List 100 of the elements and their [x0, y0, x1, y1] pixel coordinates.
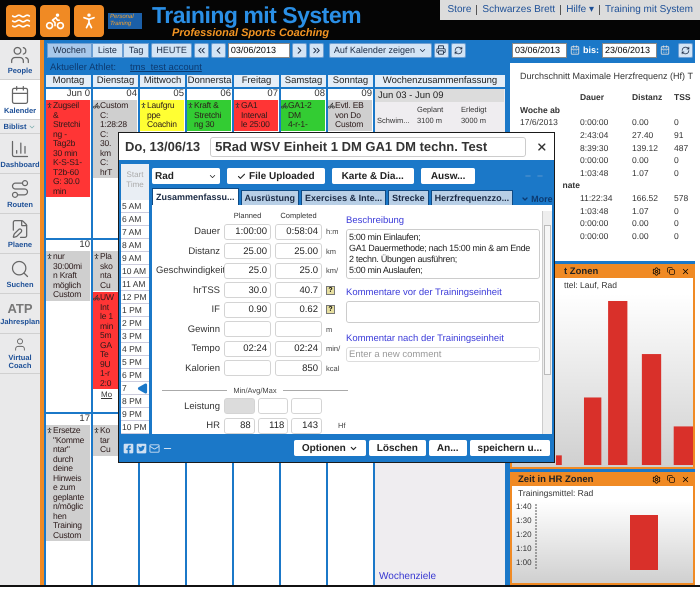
planned-field[interactable]: 30.0 [224, 282, 271, 298]
time-slot[interactable]: 1 PM [121, 304, 149, 317]
day-number: 17 [79, 414, 90, 424]
day-number: 08 [314, 89, 325, 99]
planned-field[interactable]: 25.0 [224, 262, 271, 278]
title-field[interactable]: 5Rad WSV Einheit 1 DM GA1 DM techn. Test [210, 136, 526, 156]
calendar-view-select[interactable]: Auf Kalender zeigen [328, 42, 432, 58]
view-tab[interactable]: Liste [92, 42, 123, 58]
today-button[interactable]: HEUTE [151, 42, 192, 58]
table-cell-text: 0 [674, 206, 680, 216]
day-cell[interactable]: 17 Ersetze "Komme ntar" durch deine Hinweis e zum geplante n/möglic hen Training Custom [46, 414, 91, 585]
day-cell[interactable]: 10 nur 30:00mi n Kraft möglich Custom [46, 240, 91, 412]
table-cell-text: 91 [674, 130, 684, 140]
table-cell-text: 8:39:30 [580, 142, 610, 153]
sport-select[interactable]: Rad [152, 168, 220, 184]
time-slot[interactable]: 8 PM [121, 395, 149, 408]
completed-field[interactable]: 25.00 [275, 243, 322, 259]
time-slot[interactable]: 7 [121, 382, 149, 395]
completed-field[interactable]: 0:58:04 [275, 224, 322, 240]
time-slot[interactable]: 8 AM [121, 239, 149, 252]
time-slot[interactable]: 10 AM [121, 265, 149, 278]
menu-link[interactable]: Hilfe ▾ [560, 5, 600, 15]
dialog-tab[interactable]: Zusammenfassu... [152, 188, 239, 205]
time-slot[interactable]: 5 AM [121, 200, 149, 213]
time-slot[interactable]: 9 AM [121, 252, 149, 265]
workout-card[interactable]: Laufgru ppe Coachin [140, 100, 184, 130]
axis-label: 1:10 [516, 544, 532, 554]
field-label: Dauer [193, 226, 220, 237]
menu-link[interactable]: Schwarzes Brett [476, 5, 560, 15]
column-header: Distanz [632, 92, 664, 102]
panel-title: Zeit in HR Zonen [518, 474, 594, 484]
until-label: bis: [583, 45, 600, 55]
dialog-button[interactable]: speichern u... [470, 440, 550, 456]
menu-link[interactable]: Store [442, 5, 476, 15]
planned-field[interactable]: 1:00:00 [224, 224, 271, 240]
menu-link[interactable]: Training mit System [599, 5, 698, 15]
workout-card[interactable]: Evtl. EB von Do Custom [328, 100, 372, 130]
table-cell-text: 1.07 [632, 206, 650, 216]
week-goals-link[interactable]: Wochenziele [375, 569, 504, 584]
table-cell-text: 0:00:00 [580, 155, 610, 166]
time-slot[interactable]: 5 PM [121, 356, 149, 369]
dialog-button[interactable]: Optionen [294, 440, 366, 456]
to-date-field[interactable]: 23/06/2013 [602, 42, 658, 58]
workout-card[interactable]: GA1-2 DM 4-r-1- [281, 100, 325, 130]
completed-field[interactable]: 850 [275, 360, 322, 376]
workout-card[interactable]: nur 30:00mi n Kraft möglich Custom [46, 251, 90, 300]
time-slot[interactable]: 3 PM [121, 330, 149, 343]
toolbar-button[interactable]: File Uploaded [227, 168, 325, 184]
time-slot[interactable]: 9 PM [121, 408, 149, 421]
time-slot[interactable]: 7 AM [121, 226, 149, 239]
field-label: Kalorien [184, 362, 220, 374]
table-cell-text: 0.00 [632, 230, 650, 241]
description-text[interactable]: 5:00 min Einlaufen; GA1 Dauermethode; nach 15:00 min & am Ende 2 techn. Übungen ausführen; 5:00 min Auslaufen; [346, 229, 540, 279]
workout-card[interactable]: Ersetze "Komme ntar" durch deine Hinweis e zum geplante n/möglic hen Training Custom [46, 425, 90, 541]
field-label: hrTSS [192, 284, 220, 296]
day-header: Mittwoch [140, 75, 185, 87]
completed-field[interactable]: 02:24 [275, 340, 322, 356]
dialog-tab[interactable]: Herzfrequenzzo... [430, 190, 514, 205]
table-cell-text: 0:00:00 [580, 117, 610, 128]
dialog-button[interactable]: An... [428, 440, 467, 456]
time-slot[interactable]: 11 AM [121, 278, 149, 291]
planned-field[interactable]: 0.90 [224, 302, 271, 318]
completed-field[interactable]: 40.7 [275, 282, 322, 298]
dialog-button[interactable]: Löschen [368, 440, 426, 456]
from-date-field[interactable]: 03/06/2013 [512, 42, 567, 58]
toolbar-button[interactable]: Karte & Dia... [332, 168, 414, 184]
planned-field[interactable]: 02:24 [224, 340, 271, 356]
time-slot[interactable]: 12 PM [121, 291, 149, 304]
date-field[interactable]: 03/06/2013 [228, 42, 290, 58]
completed-field[interactable]: 25.0 [275, 262, 322, 278]
time-slot[interactable]: 4 PM [121, 343, 149, 356]
stat-field[interactable]: 88 [224, 418, 255, 434]
table-cell-text: 578 [674, 193, 690, 204]
day-number: 06 [220, 89, 231, 99]
dialog-tab[interactable]: Exercises & Inte... [301, 190, 386, 205]
table-cell-text: 139.12 [632, 142, 659, 153]
comment-field[interactable]: Enter a new comment [346, 347, 540, 362]
section-title: Beschreibung [346, 215, 406, 226]
time-slot[interactable]: 10 PM [121, 421, 149, 434]
planned-field[interactable]: 25.00 [224, 243, 271, 259]
workout-card[interactable]: Zugseil & Stretchi ng - Tag2b 30 min K-S-S1- T2b-60 G: 30.0 min [46, 100, 90, 197]
day-cell[interactable]: Jun 0 Zugseil & Stretchi ng - Tag2b 30 min K-S-S1- T2b-60 G: 30.0 min [46, 89, 91, 238]
workout-card[interactable]: Kraft & Stretchi ng 30 [187, 100, 231, 130]
stat-field[interactable]: 118 [258, 418, 288, 434]
view-tab[interactable]: Wochen [47, 42, 92, 58]
view-tab[interactable]: Tag [122, 42, 150, 58]
dialog-tab[interactable]: Ausrüstung [240, 190, 300, 205]
stat-field[interactable]: 143 [291, 418, 322, 434]
toolbar-button[interactable]: Ausw... [420, 168, 476, 184]
time-slot[interactable]: 6 AM [121, 213, 149, 226]
field-label: Leistung [183, 400, 220, 412]
time-slot[interactable]: 2 PM [121, 317, 149, 330]
dialog-tab[interactable]: Strecke [388, 190, 429, 205]
time-slot[interactable]: 6 PM [121, 369, 149, 382]
completed-field[interactable]: 0.62 [275, 302, 322, 318]
column-header: TSS [674, 92, 692, 102]
week-range: Jun 03 - Jun 09 [375, 89, 504, 102]
workout-card[interactable]: GA1 Interval le 25:00 [234, 100, 278, 130]
workout-text: Ersetze "Komme ntar" durch deine Hinweis e zum geplante n/möglic hen Training Custom [53, 426, 84, 540]
axis-label: 1:00 [516, 558, 532, 568]
